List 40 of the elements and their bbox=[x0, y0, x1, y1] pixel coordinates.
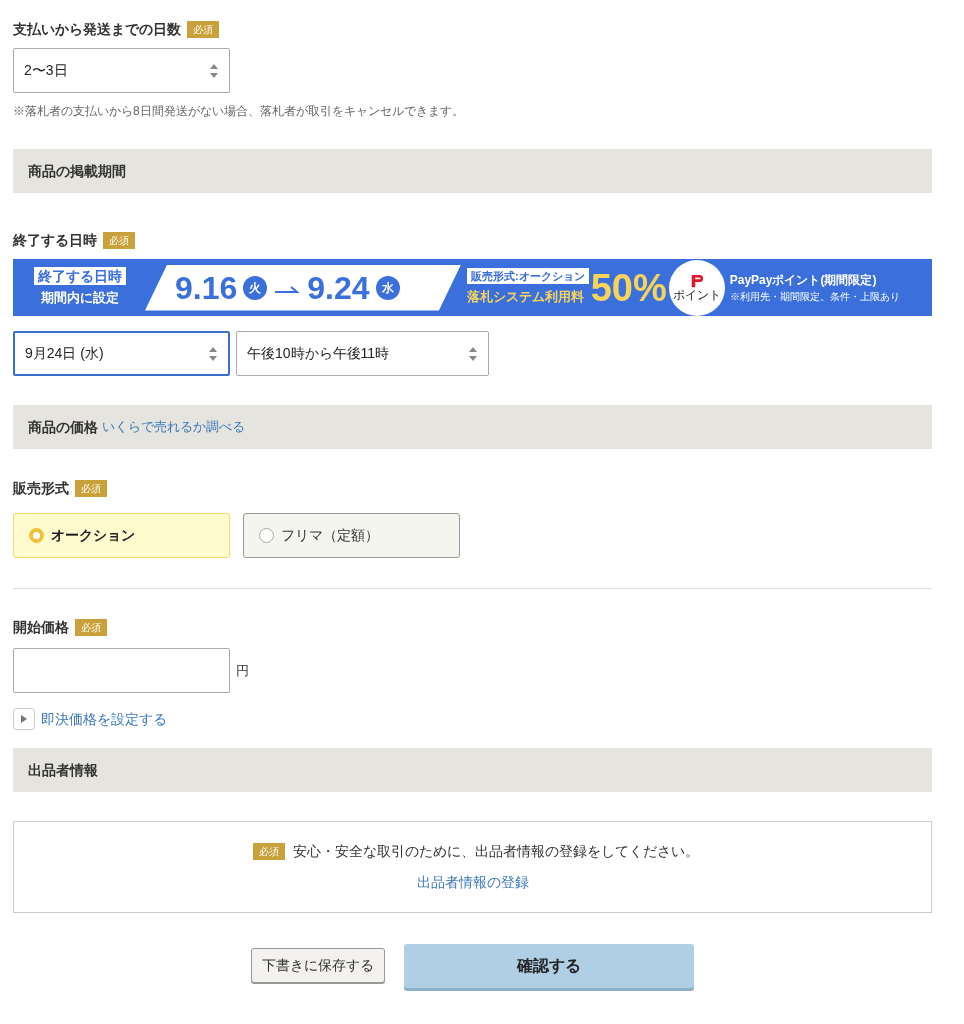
buy-now-toggle[interactable]: 即決価格を設定する bbox=[13, 708, 167, 730]
section-title: 出品者情報 bbox=[28, 760, 98, 780]
radio-icon bbox=[29, 528, 44, 543]
price-research-link[interactable]: いくらで売れるか調べる bbox=[102, 417, 245, 437]
p-mark-icon bbox=[689, 273, 704, 288]
end-date: 9.24 bbox=[307, 271, 370, 304]
banner-format-tag: 販売形式:オークション bbox=[467, 268, 589, 285]
banner-tag: 終了する日時 bbox=[34, 267, 126, 286]
confirm-button[interactable]: 確認する bbox=[404, 944, 694, 988]
expand-icon bbox=[13, 708, 35, 730]
unit-label: 円 bbox=[236, 661, 249, 680]
required-badge: 必須 bbox=[252, 843, 285, 860]
price-input[interactable] bbox=[13, 648, 230, 693]
format-radio-option[interactable]: フリマ（定額） bbox=[243, 513, 460, 558]
select-field[interactable]: 9月24日 (水) bbox=[13, 331, 230, 376]
banner-subtitle: 期間内に設定 bbox=[41, 289, 119, 308]
required-badge: 必須 bbox=[187, 21, 219, 38]
radio-icon bbox=[259, 528, 274, 543]
seller-message: 安心・安全な取引のために、出品者情報の登録をしてください。 bbox=[292, 842, 699, 861]
format-radio-option[interactable]: オークション bbox=[13, 513, 230, 558]
save-draft-button[interactable]: 下書きに保存する bbox=[251, 948, 385, 983]
field-label: 開始価格 bbox=[13, 618, 69, 637]
select-field[interactable]: 午後10時から午後11時 bbox=[236, 331, 489, 376]
note-text: ※落札者の支払いから8日間発送がない場合、落札者が取引をキャンセルできます。 bbox=[13, 103, 465, 120]
required-badge: 必須 bbox=[103, 232, 135, 249]
field-label: 支払いから発送までの日数 bbox=[13, 20, 181, 39]
banner-percent: 50% bbox=[590, 268, 667, 307]
banner-terms: ※利用先・期間限定。条件・上限あり bbox=[729, 290, 900, 304]
section-title: 商品の掲載期間 bbox=[28, 161, 126, 181]
start-date: 9.16 bbox=[175, 271, 238, 304]
select-field[interactable]: 2〜3日 bbox=[13, 48, 230, 93]
banner-points: PayPayポイント(期間限定) bbox=[729, 272, 878, 289]
section-title: 商品の価格 bbox=[28, 417, 98, 437]
seller-register-link[interactable]: 出品者情報の登録 bbox=[416, 872, 529, 893]
banner-fee-label: 落札システム利用料 bbox=[467, 288, 584, 307]
logo-caption: ポイント bbox=[672, 287, 721, 302]
field-label: 終了する日時 bbox=[13, 231, 97, 250]
required-badge: 必須 bbox=[75, 619, 107, 636]
field-label: 販売形式 bbox=[13, 479, 69, 498]
required-badge: 必須 bbox=[75, 480, 107, 497]
